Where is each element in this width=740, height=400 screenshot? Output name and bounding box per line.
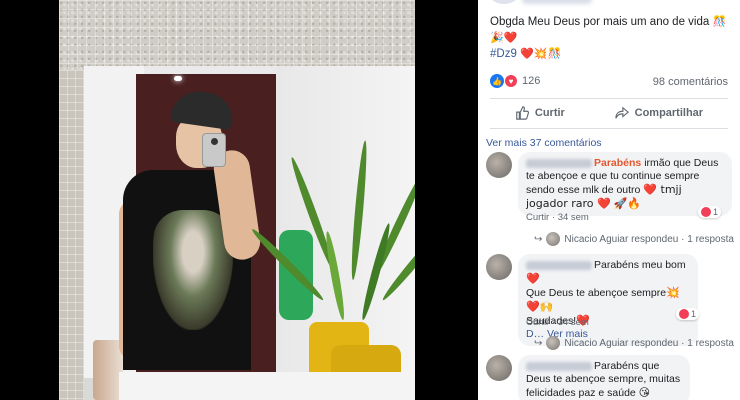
thumbs-up-icon (516, 106, 529, 120)
like-reaction-icon: 👍 (490, 74, 504, 88)
phone (202, 133, 226, 167)
commenter-name[interactable] (526, 158, 592, 168)
reaction-count: 126 (522, 75, 541, 87)
comment-meta: Curtir · 34 sem (526, 212, 589, 223)
comment-bubble: Parabéns meu bom ❤️ Que Deus te abençoe … (518, 254, 698, 346)
photo-viewer[interactable] (0, 0, 478, 400)
reactions-summary[interactable]: 👍 ♥ 126 (490, 74, 540, 88)
love-reaction-icon (701, 207, 711, 217)
comment-bubble: Parabéns que Deus te abençoe sempre, mui… (518, 355, 690, 400)
avatar (546, 336, 561, 350)
comment-item: Parabéns meu bom ❤️ Que Deus te abençoe … (486, 254, 736, 350)
post-photo[interactable] (59, 0, 415, 400)
comment-time[interactable]: 34 sem (558, 212, 589, 223)
avatar (546, 232, 561, 246)
avatar[interactable] (486, 152, 512, 178)
replies-link[interactable]: ↪ Nicacio Aguiar respondeu · 1 resposta (534, 336, 734, 350)
comment-item: Parabéns irmão que Deus te abençoe e que… (486, 152, 736, 248)
comments-count[interactable]: 98 comentários (653, 76, 728, 88)
comment-meta: Curtir · 34 sem (526, 317, 589, 328)
wall-tiles (59, 0, 415, 70)
share-button[interactable]: Compartilhar (614, 106, 703, 120)
post-details-panel: Obgda Meu Deus por mais um ano de vida 🎊… (478, 0, 740, 400)
comment-time[interactable]: 34 sem (558, 317, 589, 328)
comment-item: Parabéns que Deus te abençoe sempre, mui… (486, 355, 736, 400)
commenter-name[interactable] (526, 260, 592, 270)
avatar[interactable] (486, 355, 512, 381)
see-more-comments-link[interactable]: Ver mais 37 comentários (486, 137, 602, 149)
post-caption: Obgda Meu Deus por mais um ano de vida 🎊… (490, 15, 727, 60)
comment-reactions[interactable]: 1 (698, 206, 722, 218)
comment-like-link[interactable]: Curtir (526, 317, 549, 328)
author-name[interactable] (522, 0, 592, 4)
author-avatar[interactable] (490, 0, 518, 4)
reply-arrow-icon: ↪ (534, 337, 543, 349)
love-reaction-icon (679, 309, 689, 319)
commenter-name[interactable] (526, 361, 592, 371)
wall-tiles-left (59, 70, 84, 400)
replies-link[interactable]: ↪ Nicacio Aguiar respondeu · 1 resposta (534, 232, 734, 246)
like-button[interactable]: Curtir (515, 106, 565, 120)
comment-like-link[interactable]: Curtir (526, 212, 549, 223)
avatar[interactable] (486, 254, 512, 280)
love-reaction-icon: ♥ (504, 74, 518, 88)
plant (249, 140, 415, 340)
reply-arrow-icon: ↪ (534, 233, 543, 245)
hashtag-link[interactable]: #Dz9 (490, 48, 517, 60)
comment-reactions[interactable]: 1 (676, 308, 700, 320)
post-actions: Curtir Compartilhar (490, 101, 728, 125)
share-icon (614, 106, 629, 119)
